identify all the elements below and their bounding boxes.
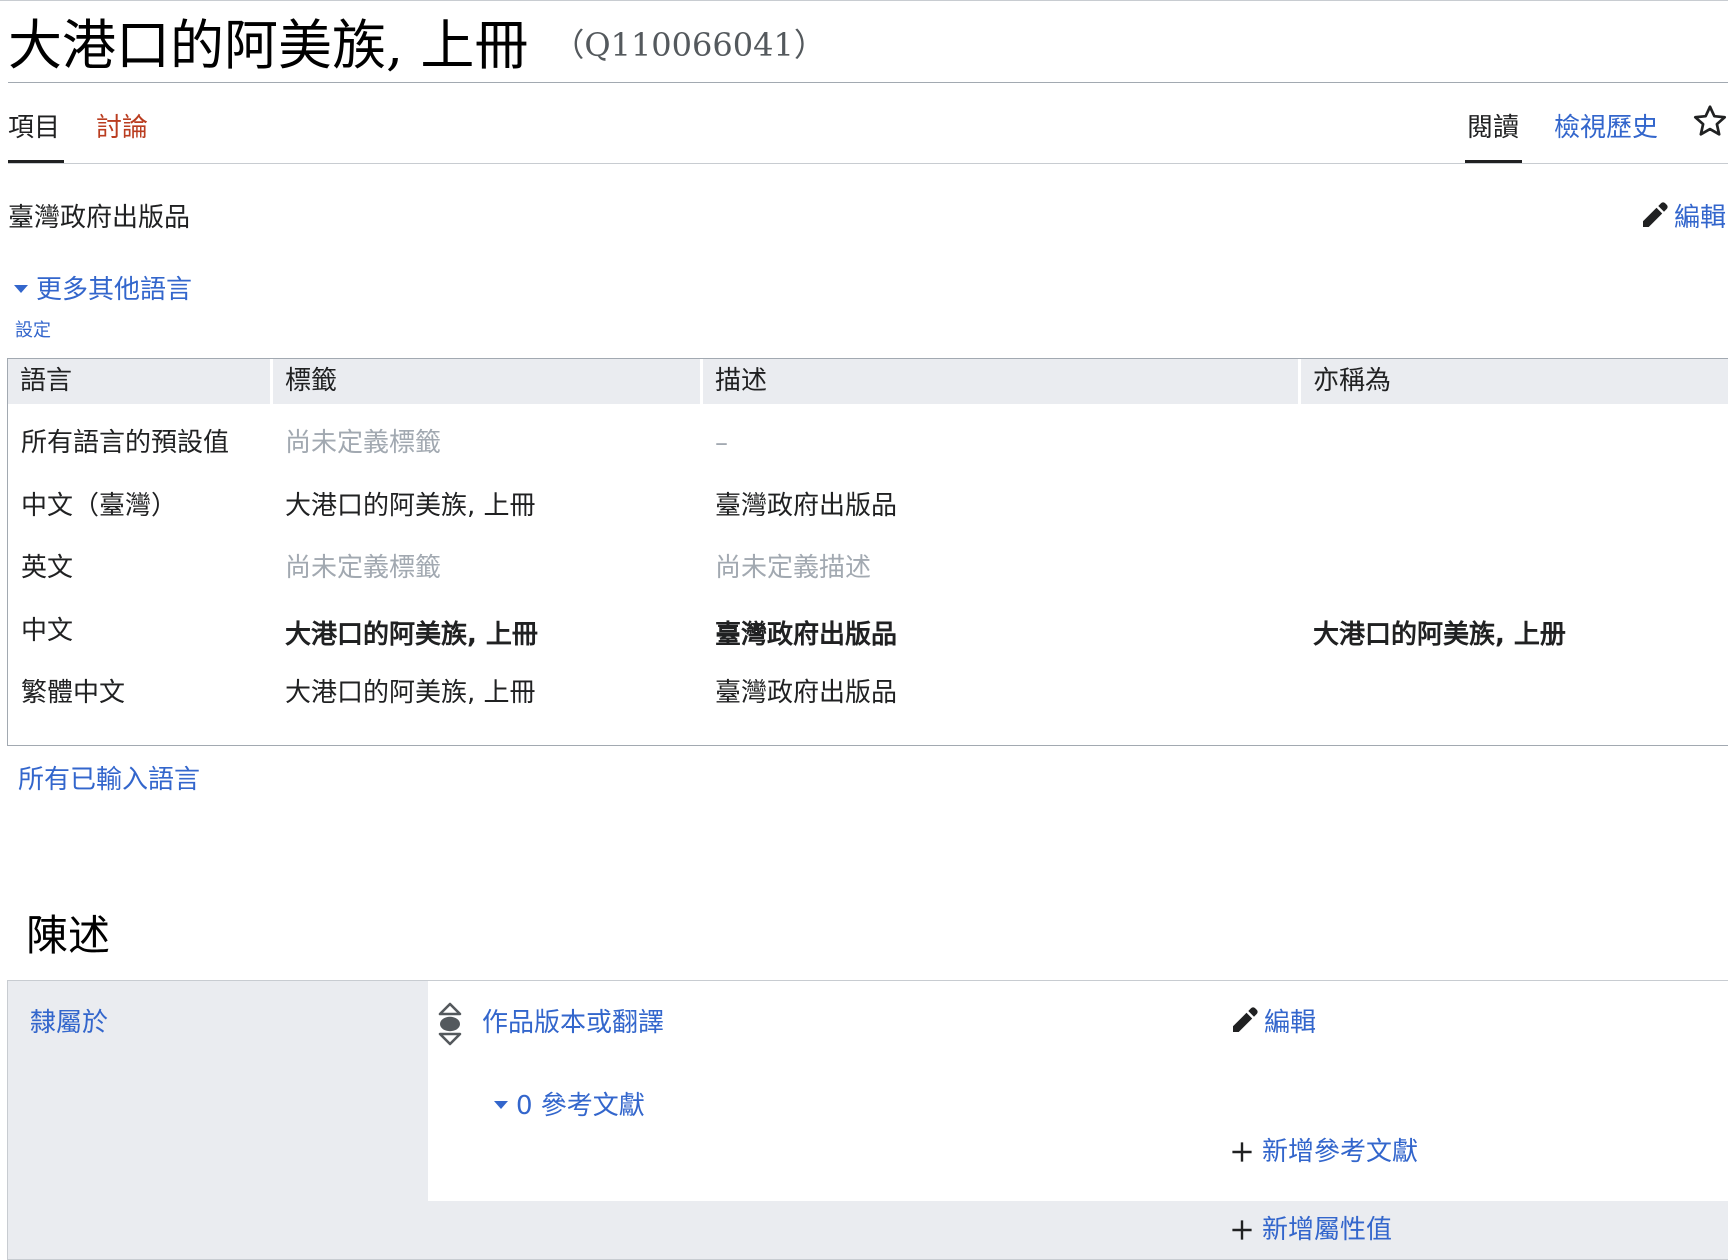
language-table-header: 語言 標籤 描述 亦稱為 — [8, 359, 1728, 404]
add-reference-label: 新增參考文獻 — [1262, 1137, 1419, 1167]
references-toggle[interactable]: 0 參考文獻 — [494, 1088, 645, 1124]
table-cell-description[interactable]: 尚未定義描述 — [715, 550, 871, 586]
column-header-description: 描述 — [700, 359, 1296, 404]
page-title: 大港口的阿美族, 上冊 （Q110066041） — [8, 14, 826, 78]
all-entered-languages-link[interactable]: 所有已輸入語言 — [18, 762, 200, 798]
pencil-icon — [1643, 202, 1668, 227]
settings-link[interactable]: 設定 — [15, 316, 51, 342]
references-label: 0 參考文獻 — [516, 1091, 645, 1121]
table-cell-label[interactable]: 尚未定義標籤 — [285, 550, 441, 586]
statement-value-link[interactable]: 作品版本或翻譯 — [482, 1005, 664, 1041]
title-divider — [8, 82, 1728, 83]
tabs-divider — [8, 163, 1728, 164]
table-cell-description[interactable]: – — [715, 425, 728, 461]
plus-icon — [1232, 1142, 1252, 1162]
add-value-button[interactable]: 新增屬性值 — [1230, 1212, 1392, 1248]
edit-label: 編輯 — [1264, 1008, 1317, 1038]
edit-description-button[interactable]: 編輯 — [1640, 200, 1726, 236]
table-cell-language: 中文 — [21, 616, 74, 646]
table-cell-description[interactable]: 臺灣政府出版品 — [715, 488, 897, 524]
edit-label: 編輯 — [1674, 203, 1727, 233]
table-cell-label[interactable]: 大港口的阿美族, 上冊 — [285, 617, 538, 653]
add-value-label: 新增屬性值 — [1262, 1215, 1393, 1245]
statement-group: 隸屬於 作品版本或翻譯 編輯 0 參考文獻 新增參考文獻 新增屬性值 — [7, 980, 1728, 1260]
caret-down-icon — [14, 285, 28, 293]
item-description: 臺灣政府出版品 — [8, 203, 191, 233]
tab-talk[interactable]: 討論 — [96, 110, 148, 146]
table-cell-language: 所有語言的預設值 — [21, 428, 230, 458]
tab-view-history[interactable]: 檢視歷史 — [1554, 110, 1658, 146]
rank-icon[interactable] — [436, 1002, 464, 1046]
column-header-aliases: 亦稱為 — [1298, 359, 1728, 404]
table-cell-aliases[interactable]: 大港口的阿美族, 上册 — [1313, 617, 1566, 653]
item-id: （Q110066041） — [552, 26, 826, 64]
table-cell-label[interactable]: 大港口的阿美族, 上冊 — [285, 675, 536, 711]
item-label: 大港口的阿美族, 上冊 — [8, 14, 529, 77]
more-languages-label: 更多其他語言 — [36, 275, 193, 305]
table-cell-description[interactable]: 臺灣政府出版品 — [715, 617, 897, 653]
tab-item[interactable]: 項目 — [8, 110, 60, 146]
star-icon[interactable] — [1692, 103, 1728, 139]
table-cell-language: 繁體中文 — [21, 678, 126, 708]
pencil-icon — [1233, 1007, 1258, 1032]
tab-read[interactable]: 閱讀 — [1467, 110, 1519, 146]
property-link[interactable]: 隸屬於 — [30, 1005, 108, 1041]
more-languages-toggle[interactable]: 更多其他語言 — [14, 272, 192, 308]
plus-icon — [1232, 1220, 1252, 1240]
table-cell-label[interactable]: 大港口的阿美族, 上冊 — [285, 488, 536, 524]
table-cell-language: 英文 — [21, 553, 74, 583]
top-border — [0, 0, 1728, 1]
column-header-language: 語言 — [20, 366, 73, 396]
statements-heading: 陳述 — [26, 911, 111, 960]
table-cell-label[interactable]: 尚未定義標籤 — [285, 425, 441, 461]
add-reference-button[interactable]: 新增參考文獻 — [1230, 1134, 1418, 1170]
column-header-label: 標籤 — [270, 359, 698, 404]
table-cell-description[interactable]: 臺灣政府出版品 — [715, 675, 897, 711]
edit-statement-button[interactable]: 編輯 — [1230, 1005, 1316, 1041]
table-cell-language: 中文（臺灣） — [21, 491, 178, 521]
language-table: 語言 標籤 描述 亦稱為 所有語言的預設值 尚未定義標籤 – 中文（臺灣） 大港… — [7, 358, 1728, 746]
caret-down-icon — [494, 1101, 508, 1109]
